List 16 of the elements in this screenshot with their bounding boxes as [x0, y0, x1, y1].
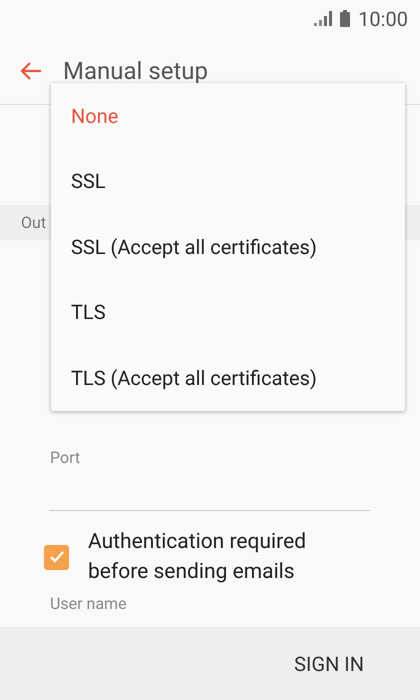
- screen-title: Manual setup: [63, 56, 208, 84]
- menu-item[interactable]: TLS: [51, 280, 405, 345]
- checkbox-label: Authentication required before sending emails: [88, 529, 308, 586]
- clock-time: 10:00: [358, 6, 408, 30]
- field-label: User name: [50, 594, 128, 614]
- battery-icon: [340, 10, 350, 27]
- signal-icon: [314, 11, 334, 26]
- check-icon: [48, 550, 64, 564]
- menu-item[interactable]: TLS (Accept all certificates): [51, 345, 405, 410]
- menu-item[interactable]: SSL (Accept all certificates): [51, 214, 405, 280]
- checkbox[interactable]: [44, 544, 69, 570]
- sign-in-button[interactable]: SIGN IN: [290, 648, 368, 680]
- field-label: Port: [50, 448, 82, 467]
- menu-item[interactable]: SSL: [51, 148, 405, 214]
- section-title: Out: [21, 213, 46, 232]
- menu-item[interactable]: None: [51, 83, 405, 148]
